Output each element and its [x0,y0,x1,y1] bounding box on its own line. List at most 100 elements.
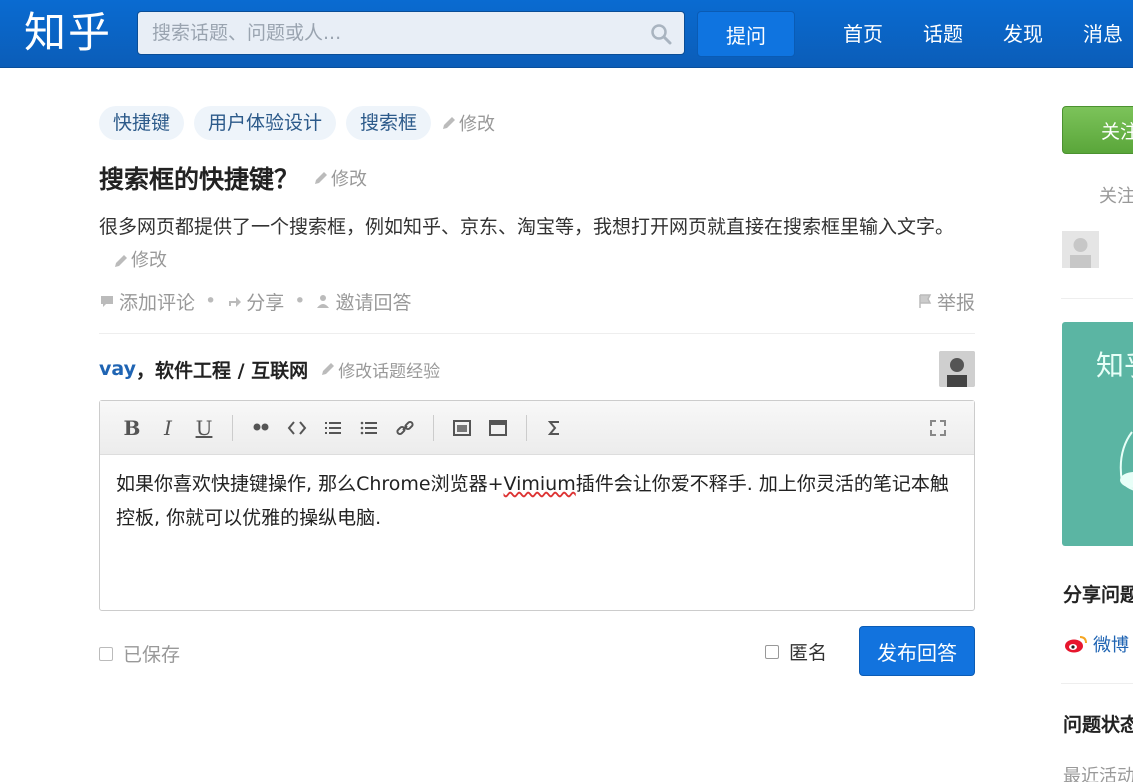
edit-title-label: 修改 [331,169,368,190]
logo[interactable]: 知乎 [24,8,112,58]
answer-text-area[interactable]: 如果你喜欢快捷键操作, 那么Chrome浏览器+Vimium插件会让你爱不释手.… [100,455,974,610]
avatar-icon [939,351,975,387]
unordered-list-button[interactable] [351,410,387,446]
invite-answer-link[interactable]: 邀请回答 [315,288,411,315]
follower-avatar[interactable] [1062,231,1099,268]
followers-count[interactable]: 关注 [1099,182,1133,208]
report-label: 举报 [936,291,975,314]
comment-icon [101,296,113,307]
image-button[interactable] [444,410,480,446]
question-detail-text: 很多网页都提供了一个搜索框，例如知乎、京东、淘宝等，我想打开网页就直接在搜索框里… [99,216,955,238]
link-icon [396,420,414,435]
ordered-list-icon [325,421,341,434]
avatar[interactable] [939,351,975,387]
weibo-label: 微博 [1093,635,1129,656]
ask-question-button[interactable]: 提问 [697,11,795,57]
checkbox-icon[interactable] [765,644,779,659]
image-icon [453,419,471,436]
share-icon [229,297,242,307]
question-title: 搜索框的快捷键？ 修改 [99,160,367,196]
answer-editor: B I U 如果你喜欢快捷键操作, 那么Chrome浏览器+Vimium插件会让… [99,400,975,611]
code-button[interactable] [279,410,315,446]
edit-topic-experience-link[interactable]: 修改话题经验 [320,357,440,382]
ordered-list-button[interactable] [315,410,351,446]
invite-icon [317,295,330,308]
pencil-icon [315,172,328,184]
top-bar: 知乎 提问 首页 话题 发现 消息 [0,0,1133,68]
weibo-icon [1065,636,1087,653]
author-name[interactable]: vay [99,358,136,380]
saved-label: 已保存 [123,644,181,666]
fullscreen-icon [930,420,946,436]
link-button[interactable] [387,410,423,446]
formula-icon [547,420,559,435]
nav-topics[interactable]: 话题 [923,18,963,47]
unordered-list-icon [360,421,377,434]
quote-icon [253,423,269,430]
tag-shortcut[interactable]: 快捷键 [99,106,185,140]
tag-ux-design[interactable]: 用户体验设计 [194,106,337,140]
share-label: 分享 [246,291,285,314]
add-comment-label: 添加评论 [119,291,196,314]
tag-search-box[interactable]: 搜索框 [346,106,432,140]
nav-messages[interactable]: 消息 [1083,18,1123,47]
underline-button[interactable]: U [186,410,222,446]
saved-indicator-icon [99,646,113,661]
pencil-icon [322,363,335,375]
add-comment-link[interactable]: 添加评论 [99,288,195,315]
avatar-icon [1062,231,1099,268]
pencil-icon [443,117,456,129]
answer-footer: 已保存 匿名 发布回答 [99,626,975,676]
invite-answer-label: 邀请回答 [335,291,412,314]
divider [99,333,975,334]
video-button[interactable] [480,410,516,446]
sidebar: 关注问题 关注 知乎 分享问题 微博 问题状态 最近活动 [1061,68,1133,782]
edit-detail-label: 修改 [131,250,167,271]
question-detail: 很多网页都提供了一个搜索框，例如知乎、京东、淘宝等，我想打开网页就直接在搜索框里… [99,210,975,280]
separator-dot: • [205,290,217,312]
separator-dot: • [294,290,306,312]
publish-answer-button[interactable]: 发布回答 [859,626,975,676]
toolbar-separator [526,414,527,441]
pencil-icon [115,255,127,267]
topic-tags: 快捷键 用户体验设计 搜索框 修改 [99,106,495,140]
main-nav: 首页 话题 发现 消息 [843,18,1133,47]
edit-detail-link[interactable]: 修改 [113,244,167,278]
search-input[interactable] [152,12,642,54]
saved-status: 已保存 [99,640,180,667]
answer-author: vay ，软件工程 / 互联网 修改话题经验 [99,351,975,387]
fullscreen-button[interactable] [920,410,956,446]
editor-toolbar: B I U [100,401,974,455]
edit-tags-label: 修改 [459,114,496,135]
quote-button[interactable] [243,410,279,446]
promo-banner[interactable]: 知乎 [1062,322,1133,546]
search-icon[interactable] [650,23,672,45]
divider [1061,298,1133,299]
report-link[interactable]: 举报 [917,288,975,315]
anonymous-checkbox[interactable]: 匿名 [765,638,827,665]
nav-explore[interactable]: 发现 [1003,18,1043,47]
promo-illustration-icon [1119,431,1133,491]
divider [1061,683,1133,684]
bold-button[interactable]: B [114,410,150,446]
question-title-text: 搜索框的快捷键？ [99,165,300,194]
question-actions: 添加评论 • 分享 • 邀请回答 举报 [99,286,975,316]
anonymous-label: 匿名 [789,642,828,664]
follow-question-button[interactable]: 关注问题 [1062,106,1133,154]
flag-icon [919,294,932,308]
video-icon [489,419,507,436]
toolbar-separator [232,414,233,441]
share-weibo-link[interactable]: 微博 [1063,631,1129,657]
code-icon [287,420,307,435]
edit-topic-experience-label: 修改话题经验 [338,361,441,382]
search-box[interactable] [137,11,685,55]
formula-button[interactable] [537,410,573,446]
share-link[interactable]: 分享 [226,288,284,315]
italic-button[interactable]: I [150,410,186,446]
share-question-title: 分享问题 [1063,584,1133,606]
answer-text-misspelled: Vimium [503,473,576,495]
edit-title-link[interactable]: 修改 [313,165,367,191]
nav-home[interactable]: 首页 [843,18,883,47]
question-status-title: 问题状态 [1063,714,1133,736]
edit-tags-link[interactable]: 修改 [441,110,495,136]
